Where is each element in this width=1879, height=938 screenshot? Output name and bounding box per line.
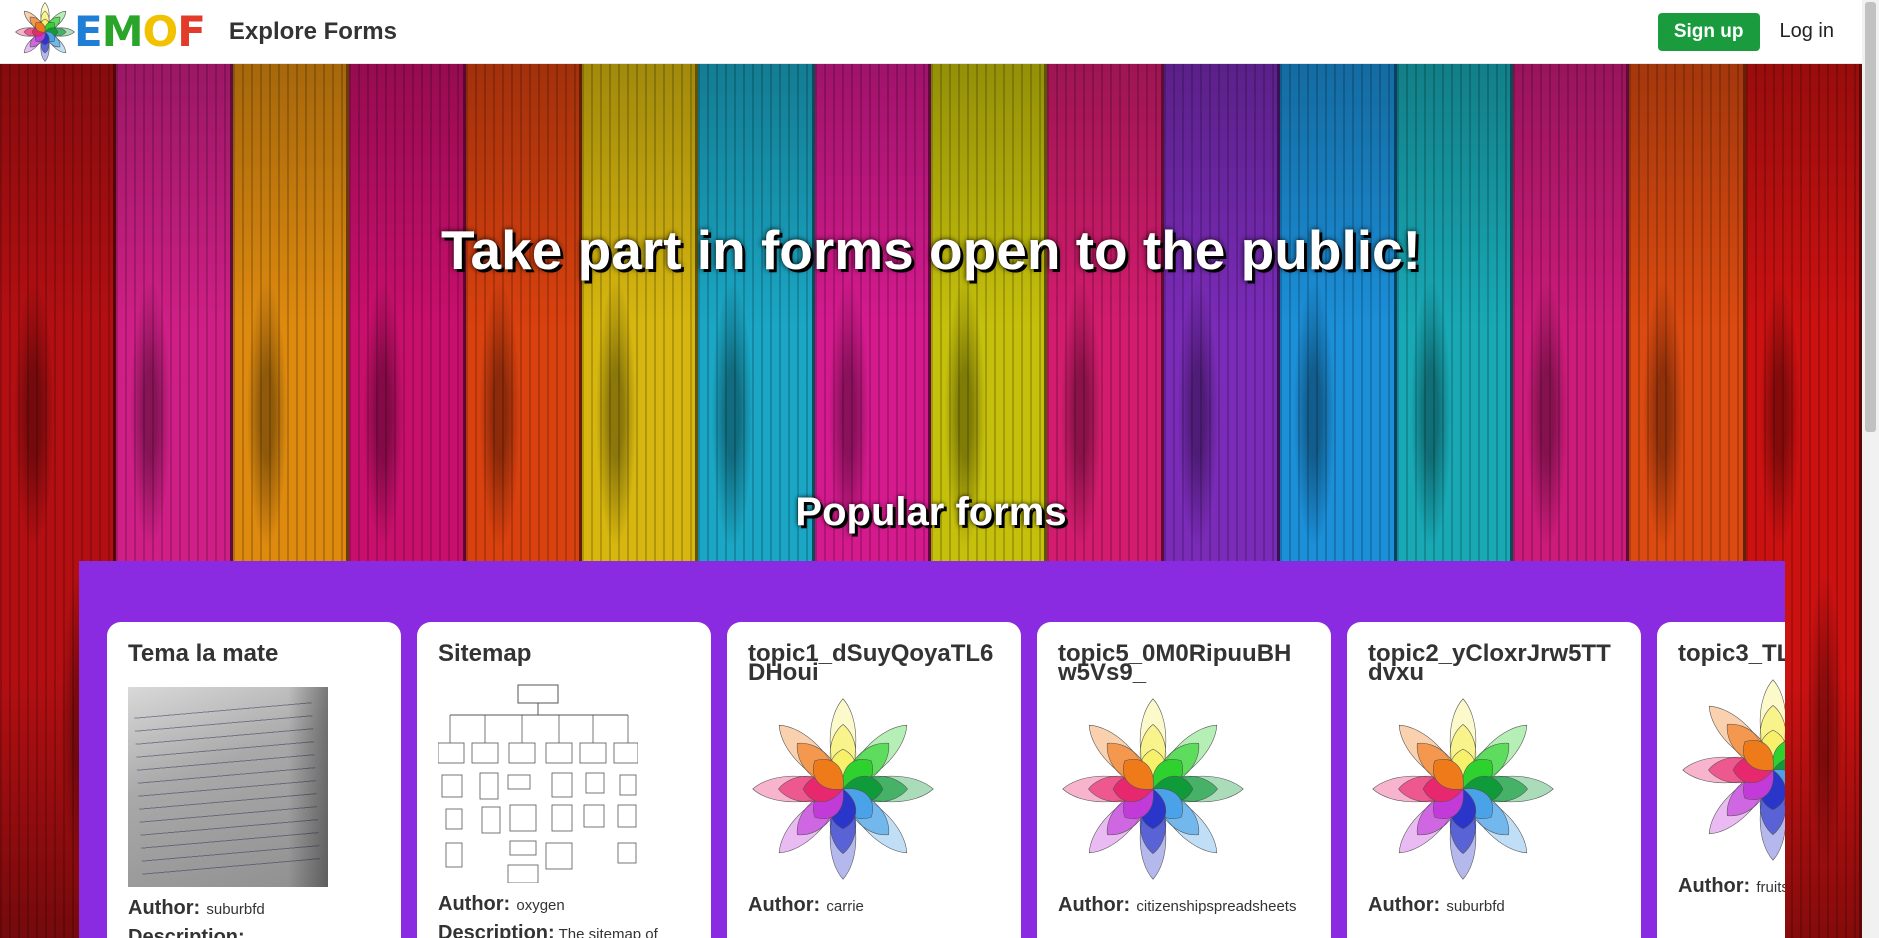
signup-button[interactable]: Sign up (1657, 12, 1760, 51)
author-label: Author: (748, 894, 821, 916)
form-card-author: Author: fruits (1678, 875, 1785, 898)
flower-logo-icon (15, 1, 75, 62)
form-card[interactable]: Tema la mate Author: suburbfd Descriptio… (107, 622, 401, 938)
handwritten-photo-image (128, 687, 328, 887)
nav-actions: Sign up Log in (1657, 12, 1846, 51)
logo-letter-o: O (142, 6, 179, 56)
author-label: Author: (438, 893, 511, 915)
form-card-description: Description: The sitemap of (438, 922, 690, 938)
form-card-title: topic5_0M0RipuuBHw5Vs9_ (1058, 640, 1292, 686)
author-label: Author: (128, 897, 201, 919)
scrollbar-thumb[interactable] (1865, 2, 1876, 432)
author-name: suburbfd (206, 901, 265, 918)
page-scrollbar[interactable] (1862, 0, 1879, 938)
emotion-flower-image (752, 698, 934, 880)
description-text: The sitemap of (558, 926, 658, 938)
emof-logo[interactable]: EMOF (14, 1, 206, 63)
author-label: Author: (1678, 875, 1751, 897)
logo-letter-f: F (177, 6, 206, 56)
explore-forms-link[interactable]: Explore Forms (229, 18, 397, 46)
author-name: oxygen (516, 897, 565, 914)
sitemap-diagram-image (438, 684, 638, 883)
emotion-flower-image (1682, 679, 1785, 861)
form-card-title: Sitemap (438, 640, 532, 667)
form-card-title: topic3_TLyji0Z (1678, 640, 1785, 667)
form-card[interactable]: topic5_0M0RipuuBHw5Vs9_ Author: citizens… (1037, 622, 1331, 938)
author-label: Author: (1368, 894, 1441, 916)
form-card-author: Author: citizenshipspreadsheets (1058, 894, 1310, 917)
form-card-title: Tema la mate (128, 640, 279, 667)
popular-forms-title: Popular forms (795, 490, 1067, 534)
emotion-flower-image (1372, 698, 1554, 880)
author-name: carrie (826, 898, 864, 915)
login-link[interactable]: Log in (1780, 20, 1835, 43)
author-name: fruits (1756, 879, 1785, 896)
logo-text: EMOF (74, 10, 206, 53)
hero-heading: Take part in forms open to the public! (441, 219, 1421, 281)
emotion-flower-image (1062, 698, 1244, 880)
form-card-author: Author: suburbfd (128, 897, 380, 920)
form-card[interactable]: topic1_dSuyQoyaTL6DHoui Author: carrie (727, 622, 1021, 938)
form-card-author: Author: oxygen (438, 893, 690, 916)
form-card-title: topic2_yCloxrJrw5TTdvxu (1368, 640, 1611, 686)
form-card-description: Description: (128, 926, 380, 938)
form-card[interactable]: topic2_yCloxrJrw5TTdvxu Author: suburbfd (1347, 622, 1641, 938)
form-card-author: Author: suburbfd (1368, 894, 1620, 917)
author-label: Author: (1058, 894, 1131, 916)
author-name: suburbfd (1446, 898, 1505, 915)
top-navbar: EMOF Explore Forms Sign up Log in (0, 0, 1862, 64)
popular-forms-panel: Tema la mate Author: suburbfd Descriptio… (79, 561, 1785, 938)
form-card-title: topic1_dSuyQoyaTL6DHoui (748, 640, 994, 686)
logo-letter-e: E (74, 6, 103, 56)
form-card[interactable]: Sitemap Author: oxygen Description: The … (417, 622, 711, 938)
form-card[interactable]: topic3_TLyji0Z Author: fruits (1657, 622, 1785, 938)
description-label: Description: (128, 926, 245, 938)
author-name: citizenshipspreadsheets (1136, 898, 1297, 915)
form-card-author: Author: carrie (748, 894, 1000, 917)
logo-letter-m: M (101, 6, 144, 56)
description-label: Description: (438, 922, 555, 938)
